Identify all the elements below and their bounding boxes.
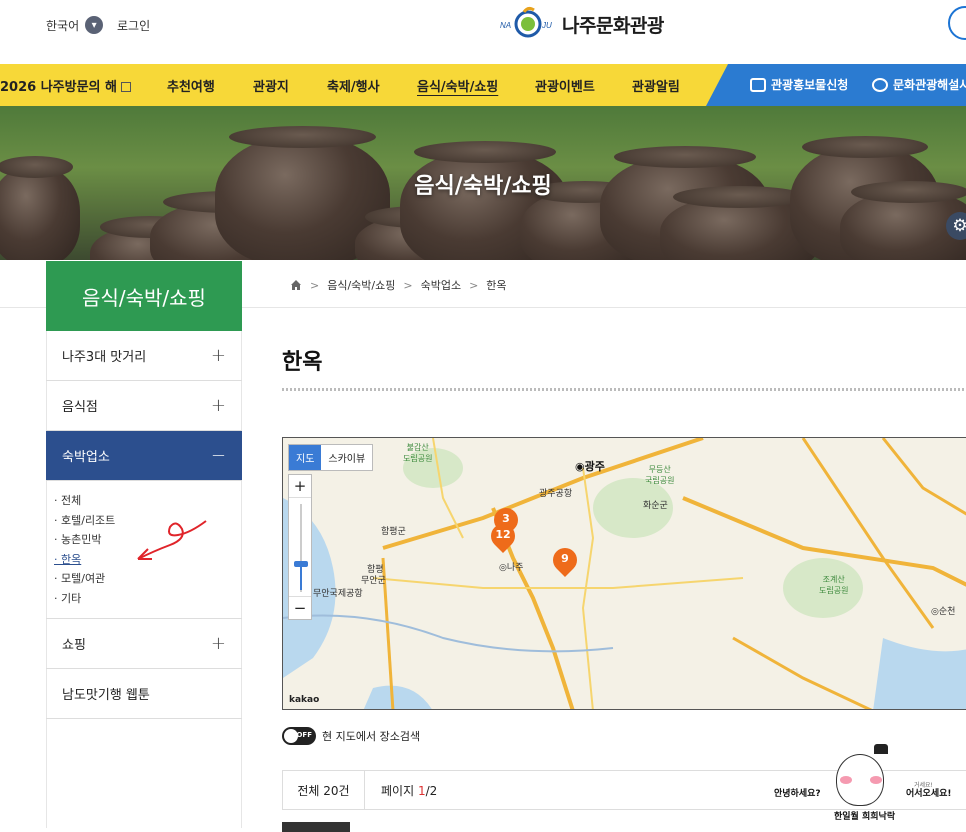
- map-label-bulgap-park: 불갑산 도립공원: [403, 443, 433, 463]
- logo-mark-icon: NA JU: [500, 6, 556, 42]
- map-marker[interactable]: 12: [486, 519, 520, 554]
- zoom-in-button[interactable]: +: [289, 475, 311, 497]
- zoom-handle[interactable]: [294, 561, 308, 567]
- divider: [282, 388, 966, 391]
- nav-blue-panel: 관광홍보물신청 문화관광해설사: [706, 64, 966, 106]
- site-logo[interactable]: NA JU 나주문화관광: [500, 6, 664, 42]
- mascot-cheek: [870, 776, 882, 784]
- nav-item-attractions[interactable]: 관광지: [253, 76, 289, 95]
- map-label-mudeung-park: 무등산 국립공원: [645, 465, 675, 485]
- zoom-slider[interactable]: [289, 497, 311, 597]
- plus-icon[interactable]: +: [211, 633, 226, 654]
- submenu-item-motel[interactable]: · 모텔/여관: [54, 569, 232, 589]
- plus-icon[interactable]: +: [211, 395, 226, 416]
- zoom-fill: [300, 564, 302, 590]
- nav-brochure-request[interactable]: 관광홍보물신청: [750, 76, 848, 93]
- map-label-naju: ◎나주: [499, 563, 524, 573]
- submenu-item-all[interactable]: · 전체: [54, 491, 232, 511]
- chevron-right-icon: >: [469, 278, 479, 292]
- map-label-jogye-park: 조계산 도립공원: [819, 575, 849, 595]
- home-icon[interactable]: [290, 279, 302, 291]
- zoom-control: + −: [288, 474, 312, 620]
- submenu-item-other[interactable]: · 기타: [54, 589, 232, 609]
- sidebar-item-three-streets[interactable]: 나주3대 맛거리 +: [46, 331, 242, 381]
- toggle-label: 현 지도에서 장소검색: [322, 730, 421, 743]
- map-label-gwangju: ◉광주: [575, 460, 605, 473]
- breadcrumb-item[interactable]: 음식/숙박/쇼핑: [327, 277, 395, 293]
- top-bar: 한국어 ▾ 로그인 NA JU 나주문화관광: [0, 0, 966, 64]
- guide-icon: [872, 77, 888, 92]
- minus-icon[interactable]: −: [211, 445, 226, 466]
- language-selector[interactable]: 한국어 ▾: [46, 16, 104, 34]
- mascot-caption: 한일월 희희낙락: [834, 812, 896, 822]
- nav-item-recommended[interactable]: 추천여행: [167, 76, 215, 95]
- breadcrumb: > 음식/숙박/쇼핑 > 숙박업소 > 한옥: [290, 277, 507, 293]
- map-label-muan-airport: 무안국제공항: [313, 589, 363, 599]
- annotation-arrow: [137, 520, 207, 560]
- divider: [242, 307, 966, 308]
- sidebar-title: 음식/숙박/쇼핑: [46, 261, 242, 331]
- mascot-hat-icon: [874, 744, 888, 754]
- breadcrumb-item[interactable]: 한옥: [486, 277, 506, 293]
- map-type-toggle: 지도 스카이뷰: [288, 444, 374, 471]
- map-view[interactable]: 지도 스카이뷰 + − ◉광주 ◎나주 함평군 함평 화순군 무안군 ◎순천 무…: [282, 437, 966, 710]
- nav-item-tour-events[interactable]: 관광이벤트: [535, 76, 595, 95]
- site-name: 나주문화관광: [562, 14, 664, 37]
- page-indicator: 페이지 1/2: [381, 783, 438, 798]
- nav-item-tour-notice[interactable]: 관광알림: [632, 76, 680, 95]
- map-type-map-button[interactable]: 지도: [289, 445, 322, 470]
- map-attribution: kakao: [289, 695, 320, 705]
- map-label-gwangju-airport: 광주공항: [539, 489, 573, 499]
- search-icon[interactable]: [948, 6, 966, 40]
- sidebar-item-restaurants[interactable]: 음식점 +: [46, 381, 242, 431]
- chevron-right-icon: >: [403, 278, 413, 292]
- hero-title: 음식/숙박/쇼핑: [414, 174, 552, 199]
- list-button[interactable]: [282, 822, 350, 832]
- svg-text:NA: NA: [500, 21, 511, 30]
- brochure-icon: [750, 77, 766, 92]
- nav-item-festivals[interactable]: 축제/행사: [327, 76, 380, 95]
- sidebar-item-webtoon[interactable]: 남도맛기행 웹툰: [46, 669, 242, 719]
- divider: [0, 307, 46, 308]
- external-link-icon: [121, 82, 131, 92]
- sidebar-item-shopping[interactable]: 쇼핑 +: [46, 619, 242, 669]
- svg-text:JU: JU: [541, 21, 552, 30]
- hero-banner: 음식/숙박/쇼핑 ⚙: [0, 106, 966, 260]
- nav-item-visit-year[interactable]: 2026 나주방문의 해: [0, 76, 131, 95]
- map-label-muan-county: 무안군: [361, 576, 386, 586]
- mascot-widget[interactable]: 안녕하세요? 거세요! 어서오세요! 한일월 희희낙락: [770, 742, 966, 828]
- language-label: 한국어: [46, 18, 80, 33]
- login-link[interactable]: 로그인: [117, 17, 150, 34]
- chevron-down-icon: ▾: [85, 16, 104, 34]
- mascot-greeting-left: 안녕하세요?: [774, 789, 821, 799]
- sidebar-item-lodging[interactable]: 숙박업소 −: [46, 431, 242, 481]
- total-count: 전체 20건: [283, 771, 365, 809]
- chevron-right-icon: >: [310, 278, 320, 292]
- nav-item-food-stay-shopping[interactable]: 음식/숙박/쇼핑: [417, 76, 498, 95]
- toggle-switch[interactable]: OFF: [282, 727, 316, 745]
- map-search-toggle: OFF 현 지도에서 장소검색: [282, 727, 420, 745]
- map-label-hwasun: 화순군: [643, 501, 668, 511]
- breadcrumb-item[interactable]: 숙박업소: [421, 277, 461, 293]
- mascot-cheek: [840, 776, 852, 784]
- nav-guide-request[interactable]: 문화관광해설사: [872, 76, 966, 93]
- gear-icon[interactable]: ⚙: [946, 212, 966, 240]
- map-marker[interactable]: 9: [548, 543, 582, 578]
- page-title: 한옥: [282, 350, 323, 375]
- map-label-suncheon: ◎순천: [931, 607, 956, 617]
- zoom-out-button[interactable]: −: [289, 597, 311, 619]
- plus-icon[interactable]: +: [211, 345, 226, 366]
- mascot-greeting-right: 어서오세요!: [906, 789, 952, 799]
- map-label-hampyeong: 함평군: [381, 527, 406, 537]
- map-type-skyview-button[interactable]: 스카이뷰: [321, 445, 372, 470]
